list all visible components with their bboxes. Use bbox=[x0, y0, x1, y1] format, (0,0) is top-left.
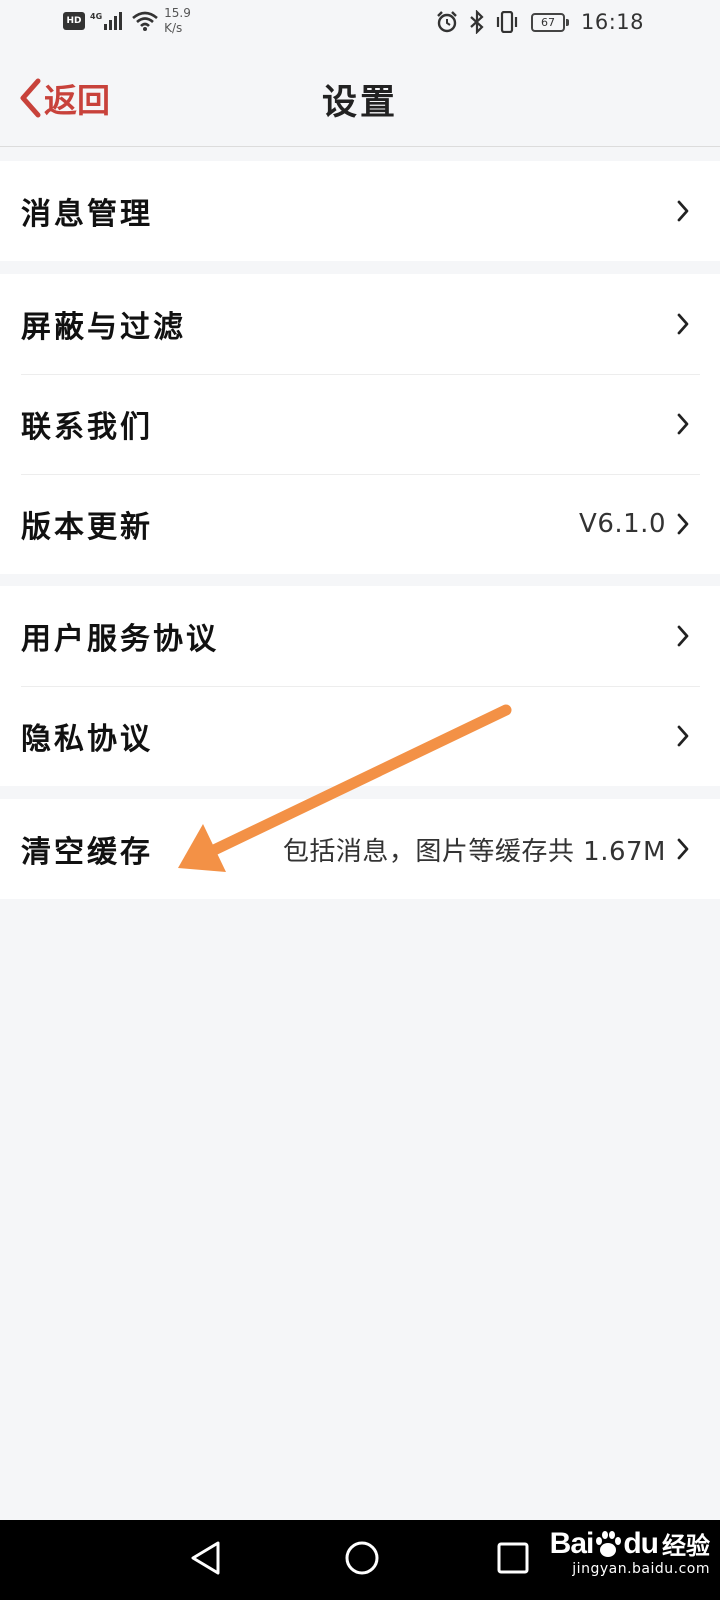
settings-item-clear-cache[interactable]: 清空缓存 包括消息，图片等缓存共 1.67M bbox=[0, 799, 720, 899]
paw-icon bbox=[596, 1530, 622, 1557]
speed-unit: K/s bbox=[164, 21, 183, 35]
chevron-right-icon bbox=[677, 725, 689, 747]
hd-badge: HD bbox=[63, 12, 85, 30]
settings-group-3: 用户服务协议 隐私协议 bbox=[0, 586, 720, 786]
clock: 16:18 bbox=[580, 10, 644, 34]
version-value: V6.1.0 bbox=[579, 509, 666, 539]
settings-item-label: 联系我们 bbox=[21, 410, 153, 445]
watermark-brand-cn: 经验 bbox=[662, 1532, 710, 1560]
settings-item-label: 清空缓存 bbox=[21, 835, 153, 870]
alarm-icon bbox=[437, 11, 457, 33]
navigation-bar: Bai du 经验 jingyan.baidu.com bbox=[0, 1520, 720, 1600]
watermark-brand-right: du bbox=[623, 1526, 659, 1560]
status-bar: HD 4G 15.9 K/s 67 16:18 bbox=[0, 0, 720, 48]
chevron-right-icon bbox=[677, 313, 689, 335]
chevron-right-icon bbox=[677, 838, 689, 860]
settings-group-4: 清空缓存 包括消息，图片等缓存共 1.67M bbox=[0, 799, 720, 899]
settings-item-contact-us[interactable]: 联系我们 bbox=[0, 374, 720, 474]
settings-item-label: 消息管理 bbox=[21, 197, 153, 232]
chevron-right-icon bbox=[677, 413, 689, 435]
wifi-icon bbox=[132, 11, 158, 31]
battery-icon: 67 bbox=[530, 12, 569, 32]
speed-value: 15.9 bbox=[164, 6, 191, 20]
network-type: 4G bbox=[90, 11, 103, 21]
vibrate-icon bbox=[496, 11, 518, 33]
cache-size-value: 包括消息，图片等缓存共 1.67M bbox=[282, 836, 666, 867]
settings-item-label: 版本更新 bbox=[21, 510, 153, 545]
settings-item-privacy-agreement[interactable]: 隐私协议 bbox=[0, 686, 720, 786]
settings-item-label: 用户服务协议 bbox=[21, 622, 219, 657]
baidu-jingyan-watermark: Bai du 经验 jingyan.baidu.com bbox=[549, 1526, 710, 1578]
header-bar: 返回 设置 bbox=[0, 48, 720, 147]
chevron-right-icon bbox=[677, 513, 689, 535]
settings-item-user-agreement[interactable]: 用户服务协议 bbox=[0, 586, 720, 686]
settings-item-version-update[interactable]: 版本更新 V6.1.0 bbox=[0, 474, 720, 574]
network-speed: 15.9 K/s bbox=[164, 6, 191, 36]
settings-item-message-management[interactable]: 消息管理 bbox=[0, 161, 720, 261]
signal-icon bbox=[104, 12, 123, 30]
settings-item-label: 屏蔽与过滤 bbox=[21, 310, 186, 345]
chevron-right-icon bbox=[677, 625, 689, 647]
bluetooth-icon bbox=[470, 10, 484, 34]
nav-home-icon[interactable] bbox=[342, 1538, 382, 1578]
nav-back-icon[interactable] bbox=[188, 1538, 224, 1578]
settings-group-2: 屏蔽与过滤 联系我们 版本更新 V6.1.0 bbox=[0, 274, 720, 574]
watermark-brand-left: Bai bbox=[549, 1526, 595, 1560]
nav-recent-apps-icon[interactable] bbox=[494, 1538, 532, 1578]
settings-item-block-filter[interactable]: 屏蔽与过滤 bbox=[0, 274, 720, 374]
settings-item-label: 隐私协议 bbox=[21, 722, 153, 757]
page-title: 设置 bbox=[321, 83, 398, 123]
chevron-right-icon bbox=[677, 200, 689, 222]
watermark-url: jingyan.baidu.com bbox=[572, 1561, 710, 1577]
settings-group-1: 消息管理 bbox=[0, 161, 720, 261]
